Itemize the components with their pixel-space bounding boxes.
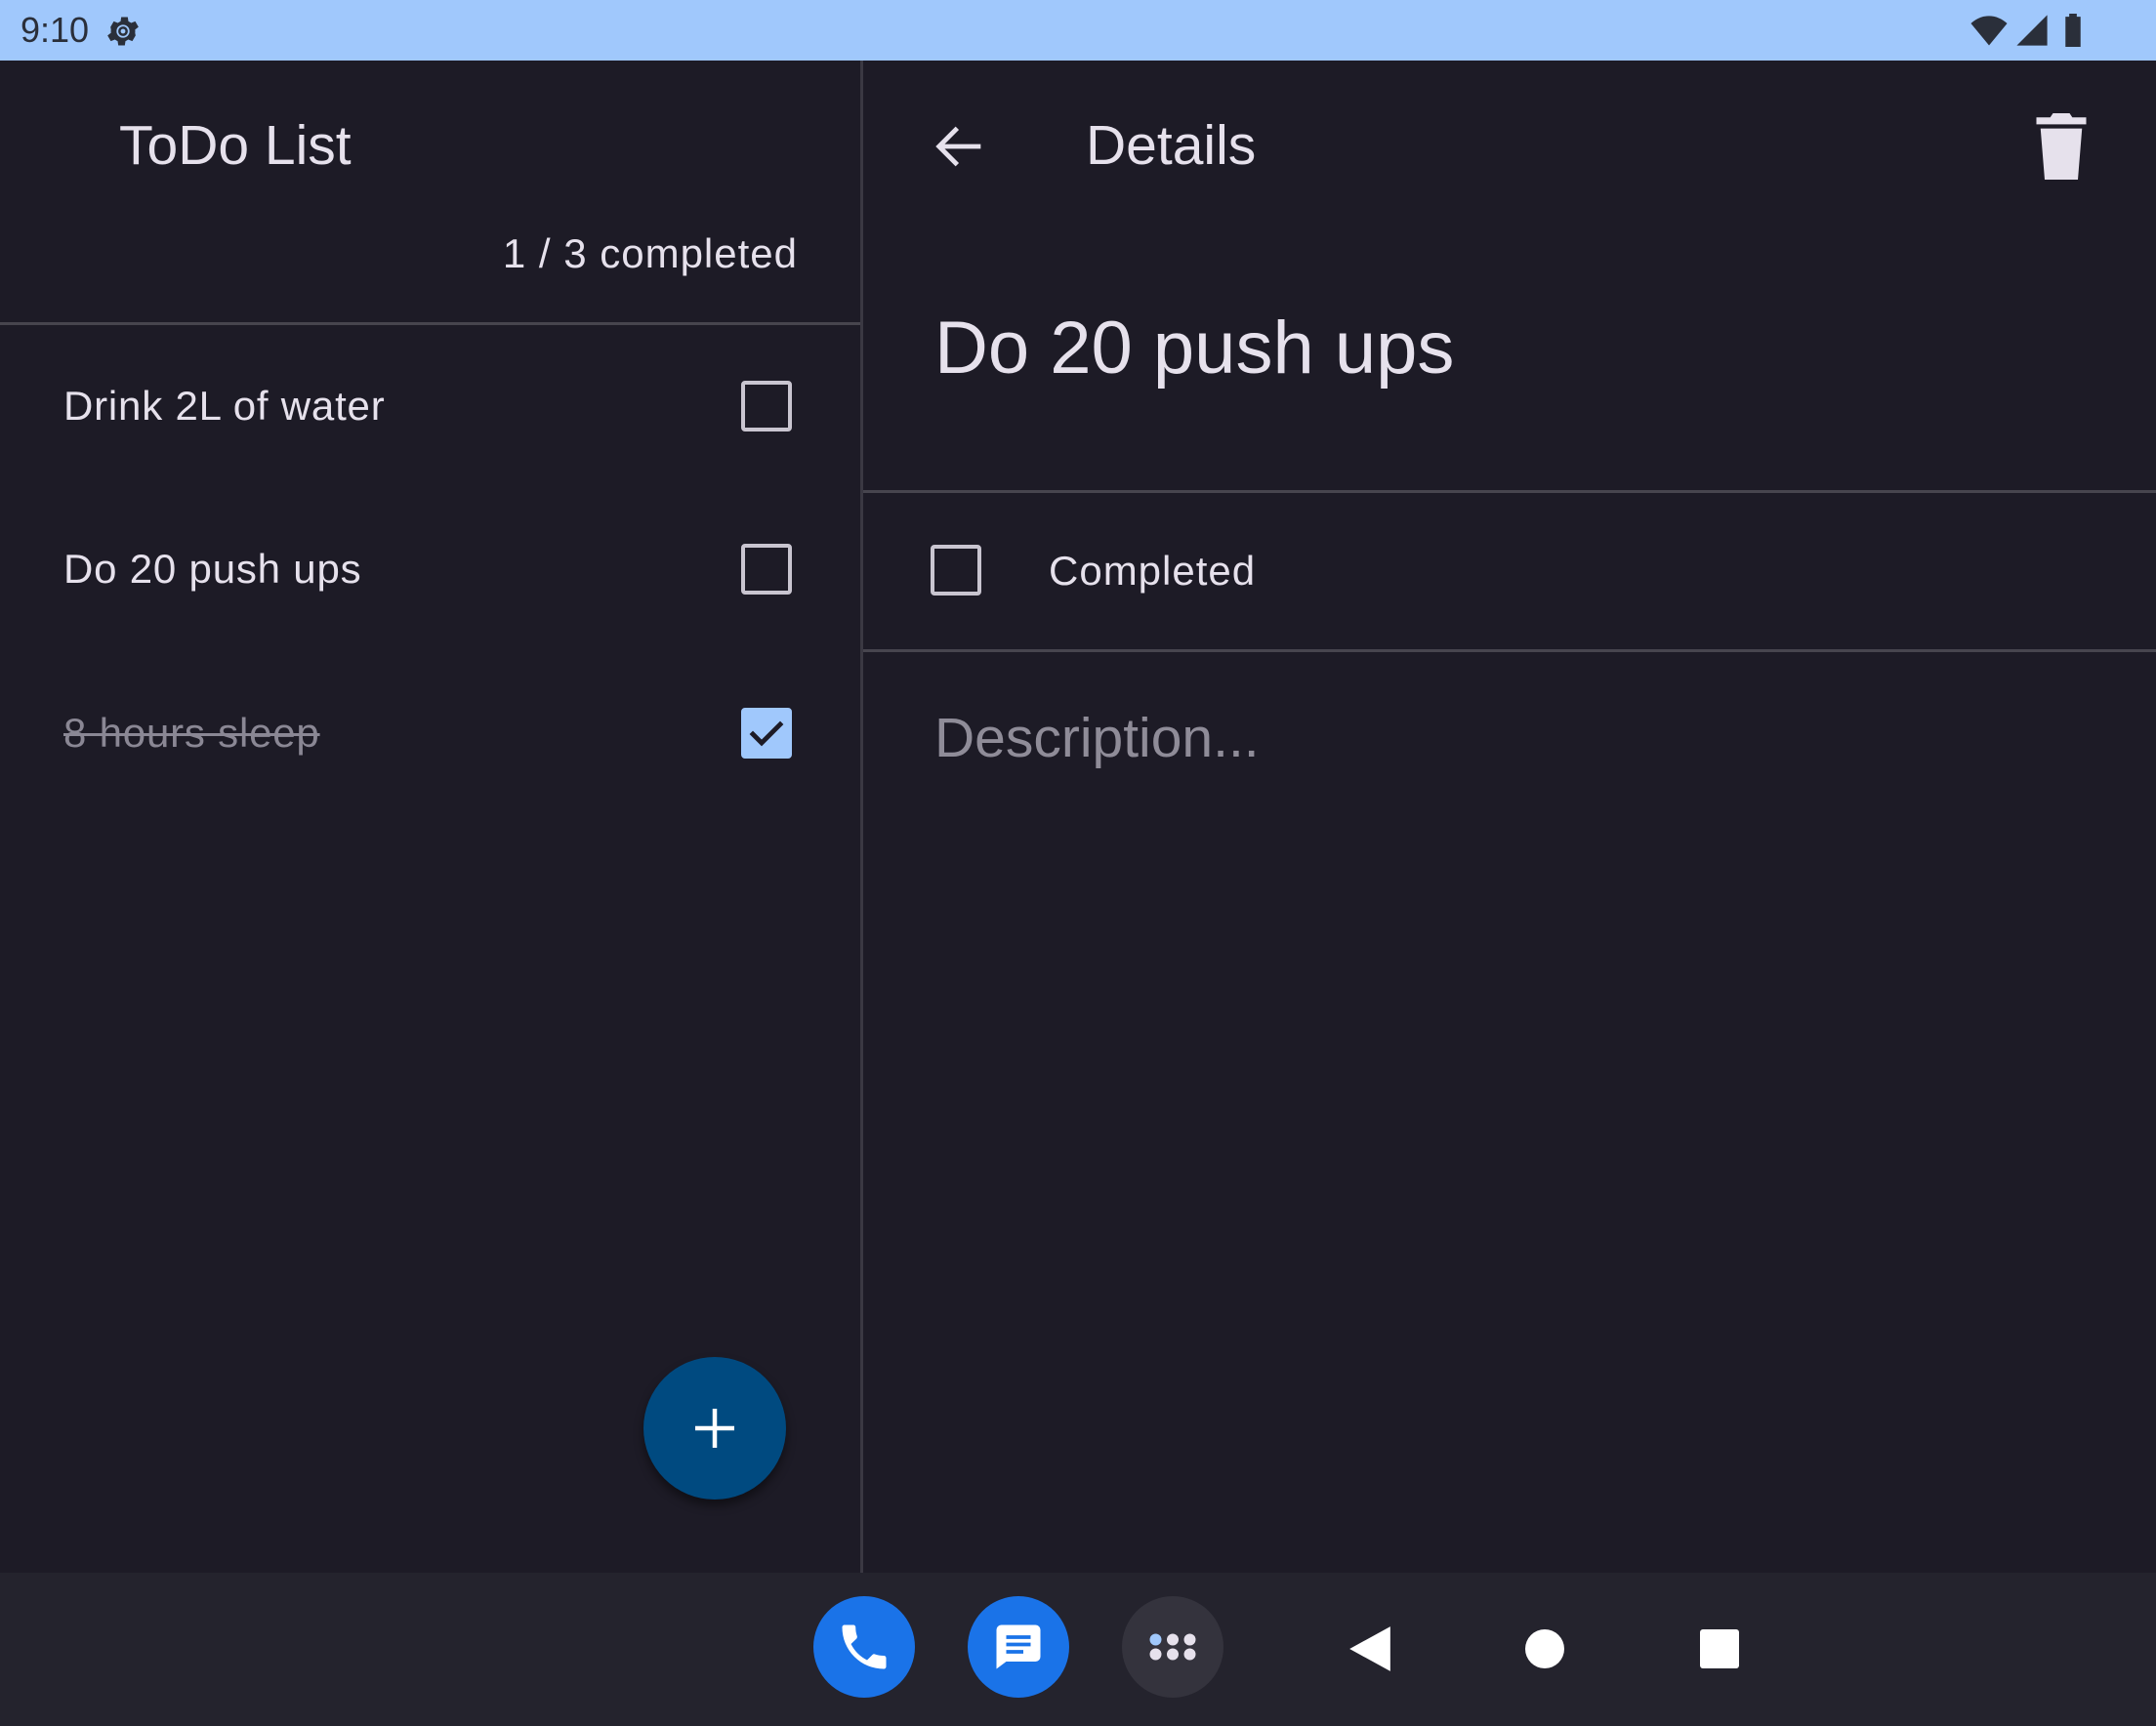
todo-item[interactable]: Do 20 push ups [0,487,860,651]
details-title: Details [1086,114,1257,177]
todo-item-checkbox[interactable] [741,708,792,759]
completed-toggle-row[interactable]: Completed [863,493,2156,649]
todo-item-label: Drink 2L of water [63,383,386,429]
details-pane: Details Do 20 push ups Completed [863,61,2156,1573]
plus-icon [695,1409,734,1448]
status-time: 9:10 [21,10,90,50]
description-input[interactable] [934,705,2087,771]
settings-gear-icon [107,17,139,46]
messages-app-button[interactable] [968,1596,1069,1698]
todo-item[interactable]: 8 hours sleep [0,651,860,815]
status-bar: 9:10 [0,0,2156,61]
todo-item-checkbox[interactable] [741,544,792,595]
recents-square-icon[interactable] [1700,1629,1739,1668]
add-task-button[interactable] [643,1357,786,1500]
todo-item[interactable]: Drink 2L of water [0,325,860,487]
phone-app-button[interactable] [813,1596,915,1698]
list-title: ToDo List [119,114,352,177]
navigation-bar [0,1573,2156,1726]
todo-list-pane: ToDo List 1 / 3 completed Drink 2L of wa… [0,61,860,1573]
completed-checkbox[interactable] [931,545,981,596]
divider [863,649,2156,652]
messages-icon [996,1624,1041,1669]
back-triangle-icon[interactable] [1346,1623,1394,1674]
cell-signal-icon [2016,15,2048,46]
completed-count: 1 / 3 completed [502,230,798,276]
todo-item-label: 8 hours sleep [63,710,320,756]
app-drawer-button[interactable] [1122,1596,1223,1698]
trash-icon[interactable] [2032,113,2091,180]
apps-grid-icon [1149,1633,1196,1661]
todo-list: Drink 2L of water Do 20 push ups 8 hours… [0,325,860,815]
arrow-back-icon[interactable] [929,115,991,178]
check-icon [749,720,784,747]
phone-icon [842,1624,887,1669]
todo-item-checkbox[interactable] [741,381,792,432]
todo-item-label: Do 20 push ups [63,546,362,592]
home-circle-icon[interactable] [1525,1629,1564,1668]
completed-label: Completed [1049,548,1257,594]
wifi-icon [1970,16,2008,46]
battery-icon [2065,14,2081,47]
task-title[interactable]: Do 20 push ups [934,305,1454,392]
